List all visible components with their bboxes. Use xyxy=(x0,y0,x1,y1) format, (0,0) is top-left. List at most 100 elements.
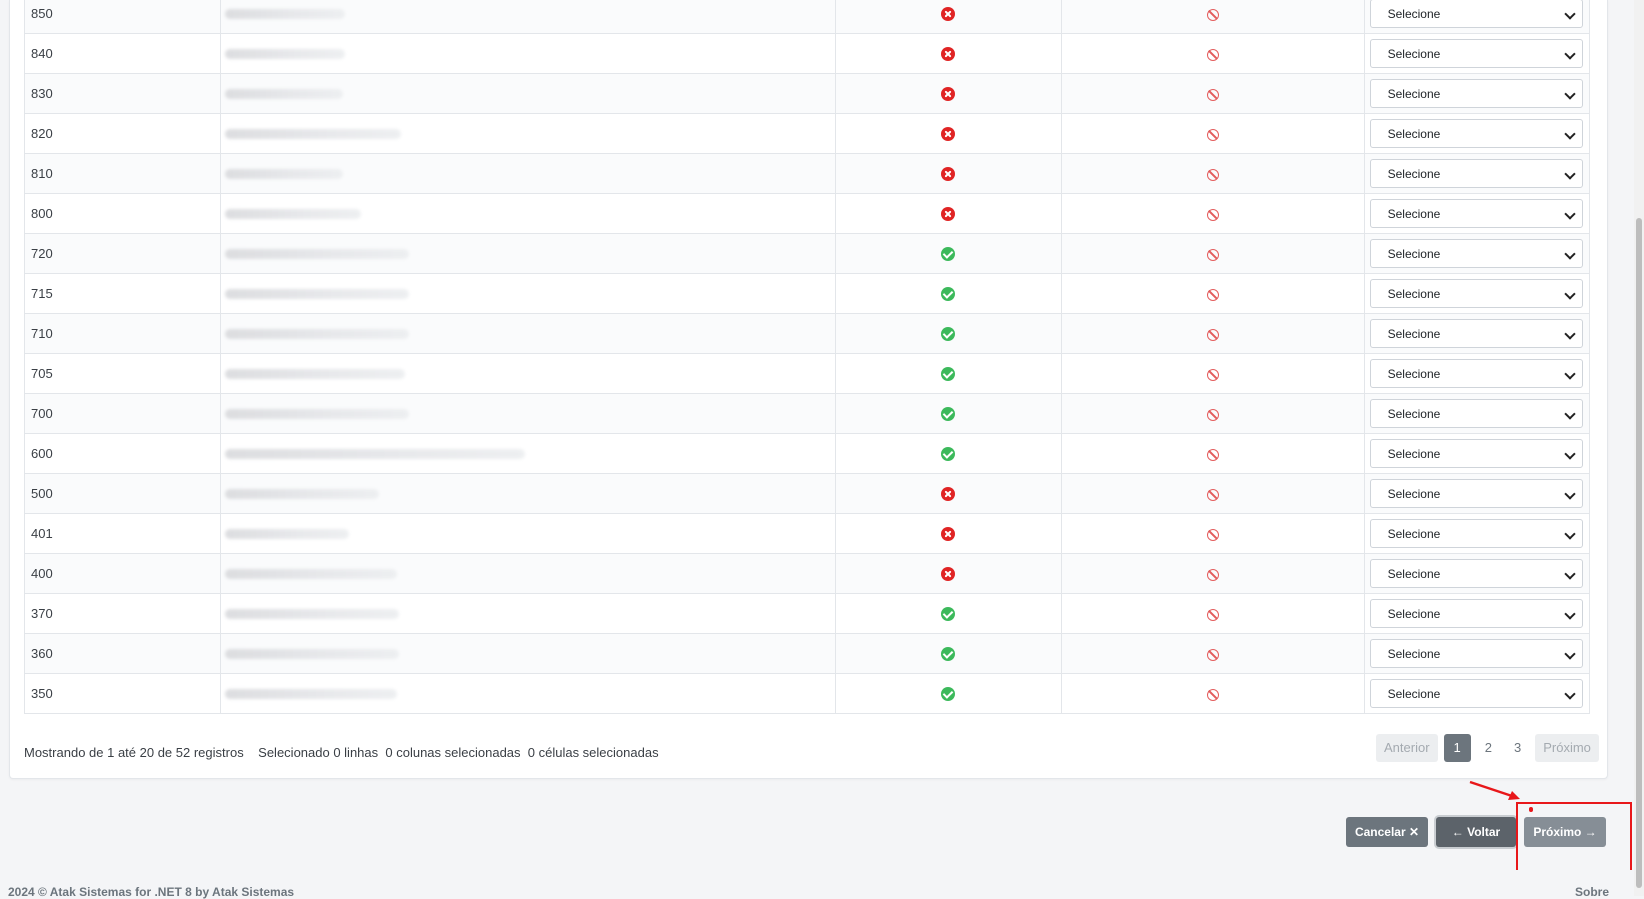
table-row: 705 Selecione xyxy=(23,353,1591,394)
row-select-value: Selecione xyxy=(1387,206,1441,221)
row-code: 800 xyxy=(23,193,222,234)
pagination-prev[interactable]: Anterior xyxy=(1376,734,1438,762)
ban-icon xyxy=(1206,448,1219,461)
row-blocked xyxy=(1061,33,1365,74)
row-name xyxy=(220,433,837,474)
row-select-value: Selecione xyxy=(1387,246,1441,261)
row-action: Selecione xyxy=(1364,313,1591,354)
pagination-page-3[interactable]: 3 xyxy=(1506,734,1529,762)
row-code: 700 xyxy=(23,393,222,434)
row-select-value: Selecione xyxy=(1387,406,1441,421)
row-action: Selecione xyxy=(1364,273,1591,314)
row-select[interactable]: Selecione xyxy=(1369,639,1583,668)
row-select[interactable]: Selecione xyxy=(1369,79,1583,108)
row-action: Selecione xyxy=(1364,673,1591,714)
row-select[interactable]: Selecione xyxy=(1369,359,1583,388)
row-select[interactable]: Selecione xyxy=(1369,119,1583,148)
row-select[interactable]: Selecione xyxy=(1369,519,1583,548)
row-blocked xyxy=(1061,393,1365,434)
row-select[interactable]: Selecione xyxy=(1369,0,1583,28)
row-action: Selecione xyxy=(1364,433,1591,474)
row-blocked xyxy=(1061,233,1365,274)
x-circle-icon xyxy=(941,567,956,582)
row-status xyxy=(835,313,1062,354)
row-select[interactable]: Selecione xyxy=(1369,439,1583,468)
row-status xyxy=(835,193,1062,234)
row-select[interactable]: Selecione xyxy=(1369,679,1583,708)
page-scrollbar[interactable] xyxy=(1634,0,1644,896)
row-select[interactable]: Selecione xyxy=(1369,399,1583,428)
ban-icon xyxy=(1206,408,1219,421)
pagination-next[interactable]: Próximo xyxy=(1535,734,1599,762)
table-row: 600 Selecione xyxy=(23,433,1591,474)
check-circle-icon xyxy=(941,407,956,422)
row-blocked xyxy=(1061,593,1365,634)
row-status xyxy=(835,33,1062,74)
row-name xyxy=(220,553,837,594)
check-circle-icon xyxy=(941,447,956,462)
chevron-down-icon xyxy=(1564,288,1576,300)
table-row: 840 Selecione xyxy=(23,33,1591,74)
row-name xyxy=(220,593,837,634)
row-select[interactable]: Selecione xyxy=(1369,199,1583,228)
row-select-value: Selecione xyxy=(1387,566,1441,581)
row-name xyxy=(220,313,837,354)
cancel-button[interactable]: Cancelar ✕ xyxy=(1346,817,1428,847)
row-select-value: Selecione xyxy=(1387,646,1441,661)
ban-icon xyxy=(1206,248,1219,261)
table-row: 720 Selecione xyxy=(23,233,1591,274)
row-status xyxy=(835,673,1062,714)
redacted-name xyxy=(225,8,346,19)
row-code: 820 xyxy=(23,113,222,154)
row-name xyxy=(220,153,837,194)
x-circle-icon xyxy=(941,487,956,502)
row-code: 400 xyxy=(23,553,222,594)
chevron-down-icon xyxy=(1564,8,1576,20)
redacted-name xyxy=(225,408,410,419)
redacted-name xyxy=(225,208,362,219)
row-select[interactable]: Selecione xyxy=(1369,559,1583,588)
row-select-value: Selecione xyxy=(1387,286,1441,301)
row-name xyxy=(220,273,837,314)
row-select[interactable]: Selecione xyxy=(1369,39,1583,68)
row-select[interactable]: Selecione xyxy=(1369,279,1583,308)
pagination-page-2[interactable]: 2 xyxy=(1477,734,1500,762)
row-blocked xyxy=(1061,73,1365,114)
ban-icon xyxy=(1206,488,1219,501)
pagination-page-1[interactable]: 1 xyxy=(1443,734,1471,762)
scrollbar-thumb[interactable] xyxy=(1636,218,1642,888)
redacted-name xyxy=(225,608,400,619)
ban-icon xyxy=(1206,288,1219,301)
back-button[interactable]: ← Voltar xyxy=(1436,817,1516,847)
row-status xyxy=(835,153,1062,194)
row-select-value: Selecione xyxy=(1387,366,1441,381)
row-status xyxy=(835,633,1062,674)
row-status xyxy=(835,433,1062,474)
row-name xyxy=(220,633,837,674)
table-row: 401 Selecione xyxy=(23,513,1591,554)
row-action: Selecione xyxy=(1364,73,1591,114)
row-code: 710 xyxy=(23,313,222,354)
row-select[interactable]: Selecione xyxy=(1369,239,1583,268)
row-select-value: Selecione xyxy=(1387,606,1441,621)
footer-copyright: 2024 © Atak Sistemas for .NET 8 by Atak … xyxy=(8,885,295,899)
row-select[interactable]: Selecione xyxy=(1369,319,1583,348)
records-table-body: 850 Selecione 840 Selecione 830 Selecione 820 S… xyxy=(23,0,1591,714)
chevron-down-icon xyxy=(1564,648,1576,660)
row-action: Selecione xyxy=(1364,593,1591,634)
row-select[interactable]: Selecione xyxy=(1369,159,1583,188)
x-circle-icon xyxy=(941,87,956,102)
row-select-value: Selecione xyxy=(1387,686,1441,701)
row-code: 401 xyxy=(23,513,222,554)
x-circle-icon xyxy=(941,167,956,182)
row-select-value: Selecione xyxy=(1387,86,1441,101)
row-blocked xyxy=(1061,153,1365,194)
row-select[interactable]: Selecione xyxy=(1369,479,1583,508)
row-name xyxy=(220,673,837,714)
row-action: Selecione xyxy=(1364,113,1591,154)
footer-about-link[interactable]: Sobre xyxy=(1575,885,1609,899)
row-name xyxy=(220,233,837,274)
row-select[interactable]: Selecione xyxy=(1369,599,1583,628)
ban-icon xyxy=(1206,328,1219,341)
ban-icon xyxy=(1206,368,1219,381)
